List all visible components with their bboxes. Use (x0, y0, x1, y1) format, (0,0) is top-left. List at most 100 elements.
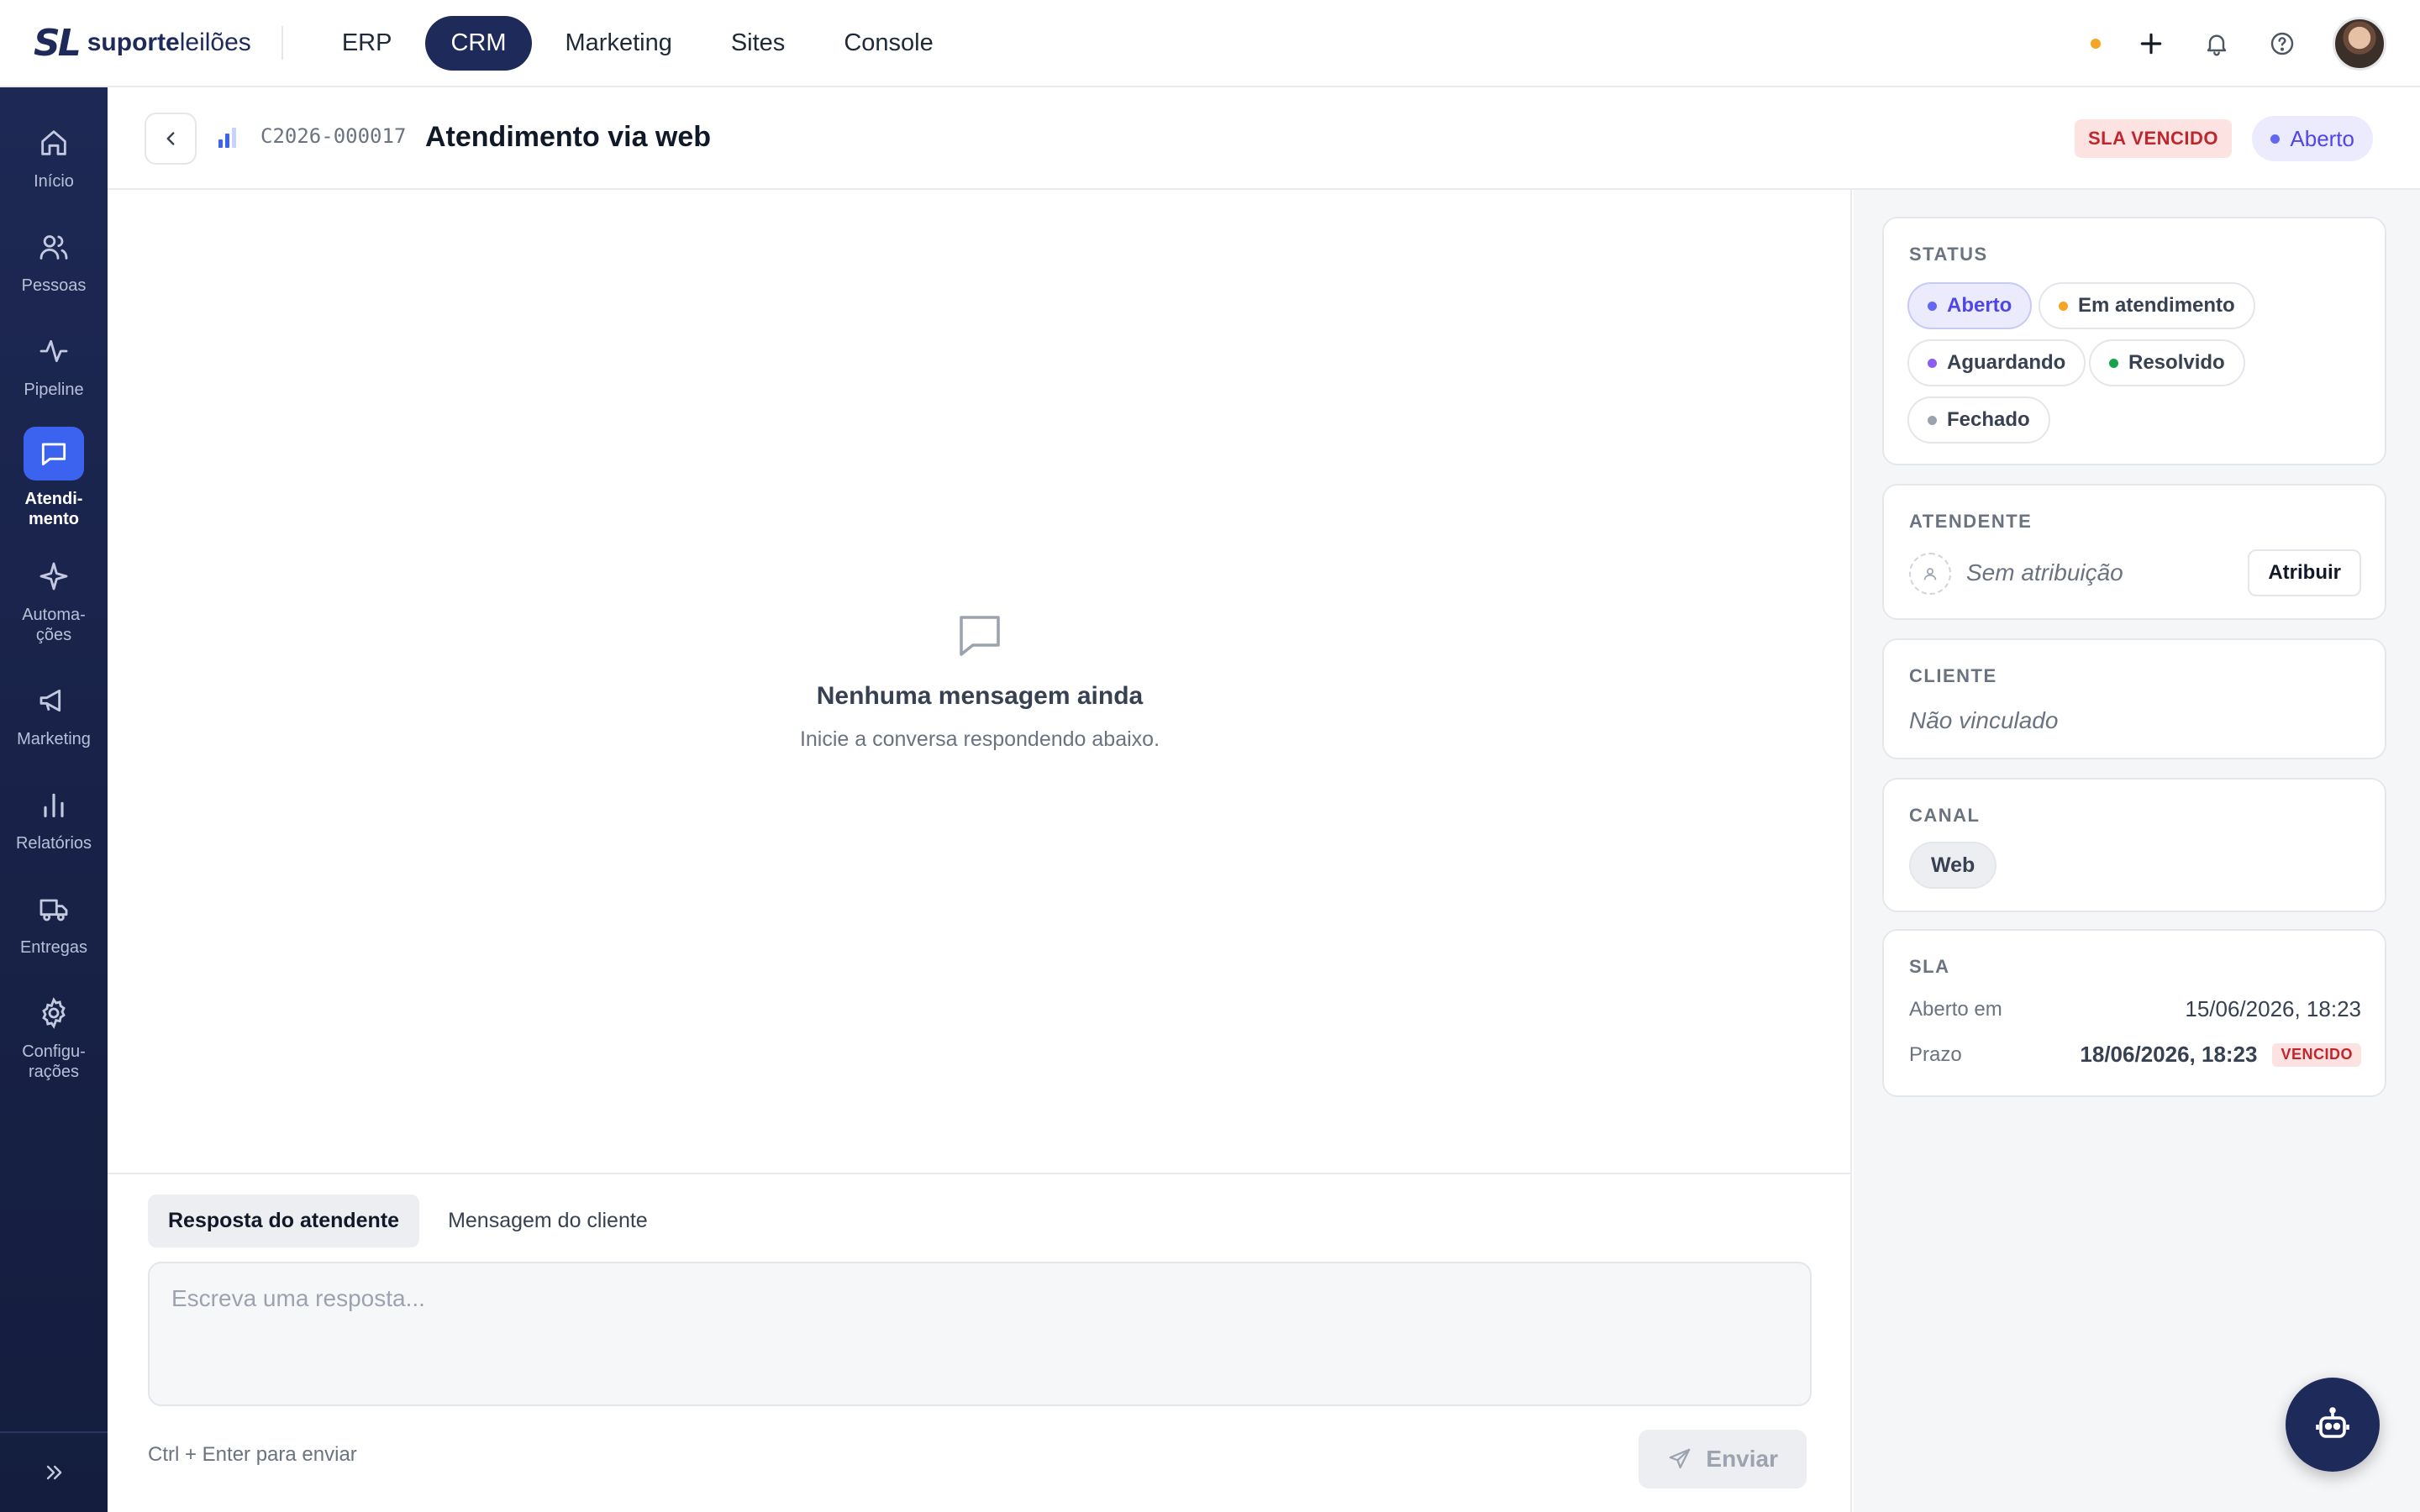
gear-icon (34, 993, 74, 1033)
ticket-header: C2026-000017 Atendimento via web SLA VEN… (108, 87, 2420, 190)
plus-icon[interactable] (2136, 29, 2166, 59)
priority-signal-icon (217, 126, 239, 154)
sidebar-item-label: Marketing (17, 730, 91, 748)
brand-mark: SL (34, 21, 82, 65)
status-option-label: Aberto (1947, 294, 2012, 317)
assistant-bot-button[interactable] (2286, 1378, 2380, 1472)
back-button[interactable] (145, 113, 197, 165)
sidebar-item-relatorios[interactable]: Relatórios (0, 785, 108, 853)
attendant-card-label: ATENDENTE (1909, 511, 2033, 532)
status-option-fechado[interactable]: Fechado (1907, 396, 2050, 444)
sla-status-badge: SLA VENCIDO (2074, 119, 2232, 158)
double-chevron-right-icon (46, 1465, 62, 1480)
nav-crm[interactable]: CRM (425, 15, 532, 71)
status-dot (1928, 301, 1937, 311)
nav-erp[interactable]: ERP (317, 16, 418, 71)
status-dot (2109, 358, 2118, 368)
conversation-area: Nenhuma mensagem ainda Inicie a conversa… (108, 190, 1852, 1173)
client-value: Não vinculado (1909, 707, 2059, 733)
attendant-card: ATENDENTE Sem atribuição Atribuir (1882, 484, 2386, 620)
status-option-label: Em atendimento (2078, 294, 2235, 317)
avatar[interactable] (2333, 17, 2386, 71)
brand-name: suporteleilões (87, 29, 251, 56)
sla-card: SLA Aberto em 15/06/2026, 18:23 Prazo 18… (1882, 929, 2386, 1097)
nav-console[interactable]: Console (818, 16, 958, 71)
module-nav: ERP CRM Marketing Sites Console (317, 15, 959, 71)
top-actions (2091, 0, 2386, 87)
reply-input[interactable] (148, 1262, 1812, 1406)
sidebar-item-label: Pessoas (21, 276, 87, 295)
status-dot (2270, 134, 2281, 144)
sla-opened-row: Aberto em 15/06/2026, 18:23 (1909, 996, 2361, 1022)
ticket-code: C2026-000017 (260, 124, 407, 148)
empty-state-title: Nenhuma mensagem ainda (816, 682, 1144, 710)
sidebar-item-pipeline[interactable]: Pipeline (0, 331, 108, 400)
sidebar-item-entregas[interactable]: Entregas (0, 889, 108, 958)
sidebar-item-label: Pipeline (24, 381, 84, 399)
top-bar: SL suporteleilões ERP CRM Marketing Site… (0, 0, 2420, 87)
chevron-left-icon (166, 132, 175, 145)
sla-deadline-badge: VENCIDO (2272, 1042, 2361, 1067)
status-option-resolvido[interactable]: Resolvido (2089, 339, 2245, 386)
sidebar-item-configuracoes[interactable]: Configu- rações (0, 993, 108, 1082)
assign-button[interactable]: Atribuir (2248, 549, 2361, 596)
tab-mensagem-cliente[interactable]: Mensagem do cliente (428, 1194, 668, 1247)
chat-icon (24, 427, 84, 480)
home-icon (34, 123, 74, 163)
status-option-aguardando[interactable]: Aguardando (1907, 339, 2086, 386)
details-panel: STATUS Aberto Em atendimento Aguardando … (1854, 190, 2420, 1512)
truck-icon (34, 889, 74, 929)
sidebar-item-automacoes[interactable]: Automa- ções (0, 556, 108, 645)
sidebar-item-inicio[interactable]: Início (0, 123, 108, 192)
composer-tabs: Resposta do atendente Mensagem do client… (148, 1194, 668, 1247)
send-button-label: Enviar (1706, 1446, 1778, 1472)
send-icon (1670, 1448, 1691, 1469)
send-button[interactable]: Enviar (1639, 1430, 1807, 1488)
chat-icon (960, 616, 1000, 656)
status-option-label: Fechado (1947, 408, 2030, 431)
robot-icon (2316, 1407, 2349, 1438)
sidebar-item-label: Relatórios (15, 834, 92, 853)
channel-chip: Web (1909, 842, 1997, 889)
page-title: Atendimento via web (425, 121, 712, 153)
sla-deadline-value: 18/06/2026, 18:23 (2080, 1042, 2258, 1067)
sla-card-label: SLA (1909, 956, 1950, 977)
sla-deadline-label: Prazo (1909, 1042, 1962, 1066)
sidebar-item-label: Início (34, 172, 74, 191)
sidebar-item-label: Entregas (19, 938, 88, 957)
client-card: CLIENTE Não vinculado (1882, 638, 2386, 759)
sparkle-icon (34, 556, 74, 596)
bell-icon[interactable] (2202, 29, 2232, 59)
status-option-label: Resolvido (2128, 351, 2225, 374)
sla-deadline: 18/06/2026, 18:23 VENCIDO (2080, 1042, 2361, 1068)
pipeline-icon (34, 331, 74, 371)
send-hint: Ctrl + Enter para enviar (148, 1443, 357, 1466)
sidebar-item-marketing[interactable]: Marketing (0, 680, 108, 749)
sidebar-collapse-button[interactable] (0, 1431, 108, 1512)
sla-opened-label: Aberto em (1909, 997, 2002, 1021)
sidebar-item-atendimento[interactable]: Atendi- mento (0, 427, 108, 529)
user-icon (1909, 553, 1951, 595)
status-dot (2059, 301, 2068, 311)
megaphone-icon (34, 680, 74, 721)
empty-state: Nenhuma mensagem ainda Inicie a conversa… (108, 608, 1852, 752)
status-dot (2091, 39, 2101, 49)
sidebar-item-pessoas[interactable]: Pessoas (0, 227, 108, 296)
sla-opened-value: 15/06/2026, 18:23 (2185, 996, 2361, 1021)
status-badge: Aberto (2252, 116, 2373, 161)
help-icon[interactable] (2267, 29, 2297, 59)
sla-deadline-row: Prazo 18/06/2026, 18:23 VENCIDO (1909, 1042, 2361, 1068)
nav-marketing[interactable]: Marketing (540, 16, 697, 71)
sidebar-item-label: Configu- rações (22, 1042, 86, 1081)
status-option-aberto[interactable]: Aberto (1907, 282, 2033, 329)
brand-logo[interactable]: SL suporteleilões (34, 0, 251, 87)
composer: Resposta do atendente Mensagem do client… (108, 1173, 1852, 1512)
channel-card: CANAL Web (1882, 778, 2386, 912)
status-dot (1928, 358, 1937, 368)
status-option-em-atendimento[interactable]: Em atendimento (2039, 282, 2255, 329)
status-option-label: Aguardando (1947, 351, 2066, 374)
nav-sites[interactable]: Sites (706, 16, 810, 71)
client-card-label: CLIENTE (1909, 665, 1997, 686)
bar-chart-icon (34, 785, 74, 825)
tab-resposta-atendente[interactable]: Resposta do atendente (148, 1194, 420, 1247)
